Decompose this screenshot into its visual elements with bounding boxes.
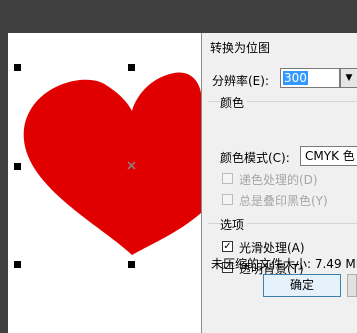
antialias-label: 光滑处理(A)	[239, 241, 305, 255]
color-mode-value: CMYK 色	[305, 149, 355, 163]
uncompressed-size-label: 未压缩的文件大小: 7.49 MB	[211, 257, 357, 271]
cancel-button[interactable]	[347, 274, 357, 297]
selection-handle-bottom-middle[interactable]	[128, 261, 135, 268]
overprint-black-label: 总是叠印黑色(Y)	[239, 194, 328, 208]
dialog-title: 转换为位图	[210, 41, 271, 55]
color-mode-label: 颜色模式(C):	[220, 151, 290, 165]
antialias-checkbox[interactable]: ✓	[222, 241, 233, 252]
resolution-label: 分辨率(E):	[212, 74, 269, 88]
color-mode-select[interactable]: CMYK 色	[300, 146, 357, 166]
overprint-black-checkbox[interactable]	[222, 194, 233, 205]
ok-button[interactable]: 确定	[263, 274, 341, 297]
options-group-title: 选项	[220, 216, 248, 233]
color-group-title: 颜色	[220, 94, 248, 111]
heart-shape[interactable]	[8, 33, 201, 333]
selection-handle-bottom-left[interactable]	[14, 261, 21, 268]
dither-label: 递色处理的(D)	[239, 173, 318, 187]
selection-handle-top-middle[interactable]	[128, 64, 135, 71]
selection-handle-top-left[interactable]	[14, 64, 21, 71]
drawing-canvas[interactable]	[8, 33, 201, 333]
resolution-value: 300	[283, 71, 308, 85]
resolution-dropdown-button[interactable]: ▼	[340, 68, 357, 88]
resolution-input[interactable]: 300	[280, 68, 340, 88]
chevron-down-icon: ▼	[345, 73, 353, 83]
selection-handle-middle-left[interactable]	[14, 163, 21, 170]
checkmark-icon: ✓	[223, 241, 232, 252]
dither-checkbox[interactable]	[222, 173, 233, 184]
